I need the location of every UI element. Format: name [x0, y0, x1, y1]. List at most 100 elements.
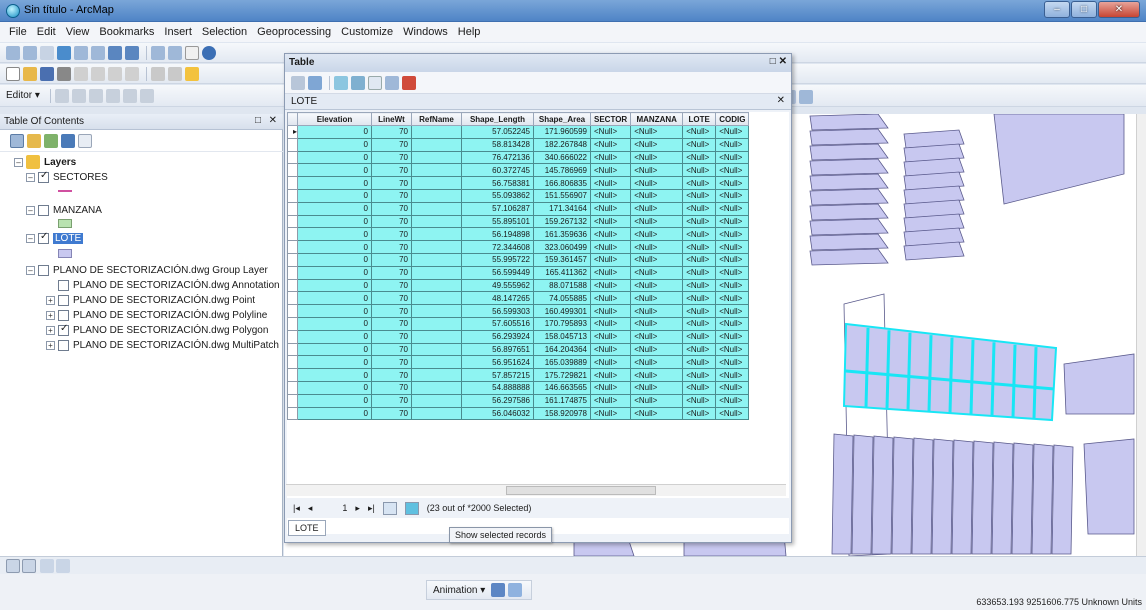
- column-header-lote[interactable]: LOTE: [682, 112, 717, 126]
- row-selector[interactable]: [287, 304, 298, 318]
- table-cell[interactable]: 166.806835: [533, 176, 591, 190]
- layout-view-icon[interactable]: [22, 559, 36, 573]
- table-cell[interactable]: <Null>: [715, 252, 750, 267]
- table-cell[interactable]: 145.786969: [533, 163, 591, 178]
- table-row[interactable]: 0 70 56.297586 161.174875 <Null> <Null> <Null>…: [287, 393, 750, 408]
- row-selector[interactable]: [287, 188, 298, 203]
- forward-icon[interactable]: [125, 45, 139, 60]
- table-cell[interactable]: 54.888888: [461, 380, 534, 395]
- table-cell[interactable]: 0: [297, 291, 372, 306]
- parcel-polygon[interactable]: [971, 440, 994, 555]
- show-selected-records-button[interactable]: [404, 501, 419, 515]
- parcel-polygon[interactable]: [809, 128, 889, 146]
- table-cell[interactable]: 164.204364: [533, 342, 591, 357]
- row-selector[interactable]: [287, 214, 298, 229]
- table-cell[interactable]: 48.147265: [461, 291, 534, 306]
- menu-windows[interactable]: Windows: [398, 26, 453, 38]
- end-point-arc-icon[interactable]: [105, 88, 120, 103]
- table-cell[interactable]: 56.951624: [461, 355, 534, 370]
- table-cell[interactable]: <Null>: [715, 304, 750, 318]
- copy-icon[interactable]: [91, 66, 105, 81]
- table-cell[interactable]: 70: [371, 368, 412, 382]
- table-cell[interactable]: 0: [297, 380, 372, 395]
- table-cell[interactable]: 165.039889: [533, 355, 591, 370]
- table-cell[interactable]: <Null>: [630, 406, 684, 421]
- parcel-polygon[interactable]: [809, 218, 889, 236]
- column-header-refname[interactable]: RefName: [411, 112, 462, 126]
- table-cell[interactable]: [411, 393, 462, 408]
- table-cell[interactable]: <Null>: [630, 137, 684, 152]
- table-cell[interactable]: <Null>: [630, 342, 684, 357]
- table-cell[interactable]: 88.071588: [533, 278, 591, 293]
- table-cell[interactable]: <Null>: [715, 201, 750, 216]
- parcel-polygon[interactable]: [809, 173, 889, 191]
- table-row[interactable]: 0 70 56.046032 158.920978 <Null> <Null> <Null>…: [287, 406, 750, 421]
- parcel-polygon[interactable]: [891, 436, 914, 555]
- table-row[interactable]: 0 70 56.194898 161.359636 <Null> <Null> <Null>…: [287, 227, 750, 242]
- table-cell[interactable]: <Null>: [589, 176, 632, 190]
- editor-menu-button[interactable]: Editor ▾: [6, 90, 40, 101]
- fixed-zoom-icon[interactable]: [74, 45, 88, 60]
- table-cell[interactable]: [411, 150, 462, 165]
- toc-layer-sectores[interactable]: – SECTORES: [26, 169, 108, 185]
- table-cell[interactable]: <Null>: [630, 201, 684, 216]
- table-cell[interactable]: 0: [297, 125, 372, 139]
- table-cell[interactable]: <Null>: [682, 201, 717, 216]
- row-selector[interactable]: [287, 355, 298, 370]
- parcel-polygon[interactable]: [991, 441, 1014, 555]
- table-row[interactable]: 0 70 56.293924 158.045713 <Null> <Null> <Null>…: [287, 329, 750, 344]
- select-elements-icon[interactable]: [185, 45, 199, 60]
- cut-icon[interactable]: [74, 66, 88, 81]
- list-by-drawing-order-icon[interactable]: [10, 133, 24, 148]
- previous-record-button[interactable]: ◂: [308, 503, 313, 514]
- table-cell[interactable]: 70: [371, 137, 412, 152]
- table-cell[interactable]: 0: [297, 265, 372, 280]
- clear-selection-icon[interactable]: [368, 75, 382, 90]
- table-cell[interactable]: <Null>: [715, 125, 750, 139]
- table-row[interactable]: ▸ 0 70 57.052245 171.960599 <Null> <Null> <Null…: [287, 125, 750, 139]
- parcel-polygon[interactable]: [809, 203, 889, 221]
- animation-control-icon[interactable]: [491, 583, 506, 597]
- table-cell[interactable]: <Null>: [715, 291, 750, 306]
- toc-layers-root[interactable]: – Layers: [14, 154, 76, 170]
- table-cell[interactable]: 182.267848: [533, 137, 591, 152]
- table-cell[interactable]: <Null>: [715, 227, 750, 242]
- toc-layer-manzana[interactable]: – MANZANA: [26, 202, 102, 218]
- delete-icon[interactable]: [125, 66, 139, 81]
- table-cell[interactable]: <Null>: [589, 201, 632, 216]
- layer-visibility-checkbox[interactable]: [58, 309, 69, 321]
- open-icon[interactable]: [23, 66, 37, 81]
- table-cell[interactable]: <Null>: [589, 125, 632, 139]
- table-cell[interactable]: 70: [371, 252, 412, 267]
- parcel-polygon[interactable]: [1063, 353, 1135, 415]
- table-cell[interactable]: <Null>: [589, 291, 632, 306]
- table-cell[interactable]: <Null>: [589, 227, 632, 242]
- layer-visibility-checkbox[interactable]: [38, 204, 49, 216]
- table-cell[interactable]: <Null>: [715, 188, 750, 203]
- table-cell[interactable]: 70: [371, 316, 412, 331]
- row-selector[interactable]: [287, 265, 298, 280]
- table-cell[interactable]: 70: [371, 393, 412, 408]
- table-cell[interactable]: <Null>: [715, 240, 750, 254]
- table-cell[interactable]: 0: [297, 188, 372, 203]
- table-cell[interactable]: <Null>: [589, 368, 632, 382]
- parcel-polygon[interactable]: [911, 437, 934, 555]
- table-cell[interactable]: <Null>: [682, 214, 717, 229]
- table-cell[interactable]: <Null>: [682, 188, 717, 203]
- table-cell[interactable]: <Null>: [589, 150, 632, 165]
- column-header-sector[interactable]: SECTOR: [589, 112, 632, 126]
- table-cell[interactable]: <Null>: [630, 176, 684, 190]
- new-document-icon[interactable]: [6, 66, 20, 81]
- table-cell[interactable]: <Null>: [682, 342, 717, 357]
- layer-visibility-checkbox[interactable]: [38, 264, 49, 276]
- table-cell[interactable]: 323.060499: [533, 240, 591, 254]
- animation-menu-button[interactable]: Animation ▾: [433, 585, 485, 596]
- collapse-icon[interactable]: –: [14, 157, 23, 167]
- table-cell[interactable]: <Null>: [682, 227, 717, 242]
- menu-edit[interactable]: Edit: [32, 26, 61, 38]
- expand-icon[interactable]: +: [46, 310, 55, 320]
- table-cell[interactable]: [411, 278, 462, 293]
- table-cell[interactable]: 72.344608: [461, 240, 534, 254]
- table-row[interactable]: 0 70 55.995722 159.361457 <Null> <Null> <Null>…: [287, 252, 750, 267]
- table-cell[interactable]: <Null>: [682, 355, 717, 370]
